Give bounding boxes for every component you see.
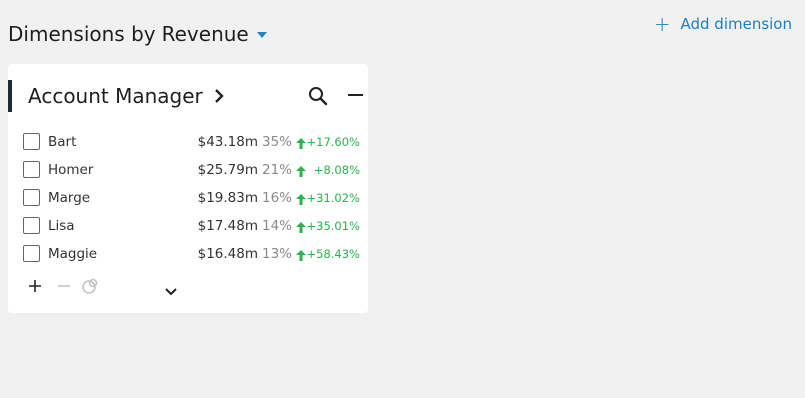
list-item: Marge $19.83m 16% +31.02%	[8, 184, 368, 212]
item-value: $16.48m	[197, 246, 258, 262]
page-title: Dimensions by Revenue	[8, 22, 267, 46]
link-icon	[81, 277, 99, 299]
row-checkbox[interactable]	[23, 161, 40, 178]
row-checkbox[interactable]	[23, 245, 40, 262]
chevron-down-icon[interactable]	[164, 282, 178, 301]
item-share: 14%	[261, 218, 292, 234]
list-item: Lisa $17.48m 14% +35.01%	[8, 212, 368, 240]
caret-down-icon[interactable]	[256, 32, 267, 38]
arrow-up-icon	[296, 249, 306, 265]
card-header: Account Manager	[8, 64, 368, 128]
item-change: +35.01%	[306, 219, 361, 233]
item-name: Bart	[48, 134, 77, 150]
item-share: 35%	[261, 134, 292, 150]
item-change: +58.43%	[306, 247, 361, 261]
list-item: Maggie $16.48m 13% +58.43%	[8, 240, 368, 268]
list-item: Bart $43.18m 35% +17.60%	[8, 128, 368, 156]
arrow-up-icon	[296, 221, 306, 237]
title-prefix: Dimensions by	[8, 22, 156, 46]
item-value: $17.48m	[197, 218, 258, 234]
add-icon[interactable]	[28, 278, 42, 297]
item-name: Homer	[48, 162, 94, 178]
row-checkbox[interactable]	[23, 217, 40, 234]
arrow-up-icon	[296, 193, 306, 209]
list-item: Homer $25.79m 21% +8.08%	[8, 156, 368, 184]
chevron-right-icon[interactable]	[213, 88, 225, 104]
item-share: 21%	[261, 162, 292, 178]
metric-selector[interactable]: Revenue	[162, 22, 249, 46]
dimension-card: Account Manager Bart $43.18m 35% +17.60%…	[8, 64, 368, 313]
card-title: Account Manager	[28, 84, 203, 108]
item-change: +17.60%	[306, 135, 361, 149]
dimension-list: Bart $43.18m 35% +17.60% Homer $25.79m 2…	[8, 128, 368, 268]
row-checkbox[interactable]	[23, 133, 40, 150]
arrow-up-icon	[296, 165, 306, 181]
search-icon[interactable]	[308, 86, 328, 110]
item-name: Maggie	[48, 246, 98, 262]
card-footer	[8, 276, 368, 300]
item-change: +31.02%	[306, 191, 361, 205]
remove-icon	[57, 278, 71, 297]
arrow-up-icon	[296, 137, 306, 153]
item-value: $25.79m	[197, 162, 258, 178]
card-marker	[8, 80, 12, 112]
item-value: $19.83m	[197, 190, 258, 206]
item-change: +8.08%	[313, 163, 360, 177]
item-name: Lisa	[48, 218, 75, 234]
plus-icon: +	[653, 12, 671, 36]
item-share: 13%	[261, 246, 292, 262]
item-name: Marge	[48, 190, 91, 206]
collapse-icon[interactable]	[348, 94, 363, 96]
add-dimension-button[interactable]: + Add dimension	[654, 14, 792, 34]
item-value: $43.18m	[197, 134, 258, 150]
dimensions-page: Dimensions by Revenue + Add dimension Ac…	[0, 0, 805, 398]
row-checkbox[interactable]	[23, 189, 40, 206]
item-share: 16%	[261, 190, 292, 206]
add-dimension-label: Add dimension	[680, 15, 792, 33]
